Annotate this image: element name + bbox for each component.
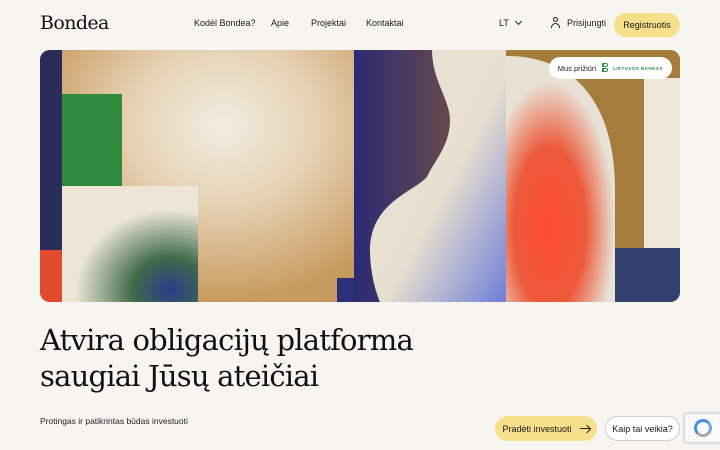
arrow-right-icon: [579, 428, 590, 429]
register-button[interactable]: Registruotis: [614, 13, 680, 37]
lietuvos-bankas-logo: LIETUVOS BANKAS: [601, 63, 663, 73]
start-investing-label: Pradėti investuoti: [502, 423, 572, 434]
nav-item-projects[interactable]: Projektai: [311, 18, 346, 28]
recaptcha-icon: [693, 419, 712, 437]
start-investing-button[interactable]: Pradėti investuoti: [495, 416, 597, 441]
language-label: LT: [499, 18, 509, 28]
chevron-down-icon: [514, 17, 522, 26]
headline-line-2: saugiai Jūsų ateičiai: [40, 359, 319, 393]
regulator-badge[interactable]: Mus prižiūri LIETUVOS BANKAS: [548, 57, 672, 79]
how-it-works-button[interactable]: Kaip tai veikia?: [605, 416, 680, 441]
user-icon: [550, 17, 560, 28]
nav-item-contacts[interactable]: Kontaktai: [366, 18, 404, 28]
supervised-by-label: Mus prižiūri: [557, 63, 597, 73]
bank-icon: [601, 63, 610, 73]
language-selector[interactable]: LT: [499, 17, 522, 28]
hero-artwork: Mus prižiūri LIETUVOS BANKAS: [40, 50, 680, 302]
abstract-art-image: [40, 50, 680, 302]
regulator-name: LIETUVOS BANKAS: [613, 65, 663, 71]
nav-item-about[interactable]: Apie: [271, 18, 289, 28]
bondea-logo[interactable]: Bondea: [40, 12, 109, 34]
login-link[interactable]: Prisijungti: [550, 17, 606, 28]
tagline: Protingas ir patikrintas būdas investuot…: [40, 416, 188, 426]
headline-line-1: Atvira obligacijų platforma: [40, 323, 414, 357]
page-headline: Atvira obligacijų platforma saugiai Jūsų…: [40, 322, 414, 394]
nav-item-why-bondea[interactable]: Kodėl Bondea?: [194, 18, 256, 28]
recaptcha-badge[interactable]: [684, 413, 720, 443]
login-label: Prisijungti: [567, 17, 607, 28]
site-header: Bondea Kodėl Bondea? Apie Projektai Kont…: [0, 0, 720, 50]
